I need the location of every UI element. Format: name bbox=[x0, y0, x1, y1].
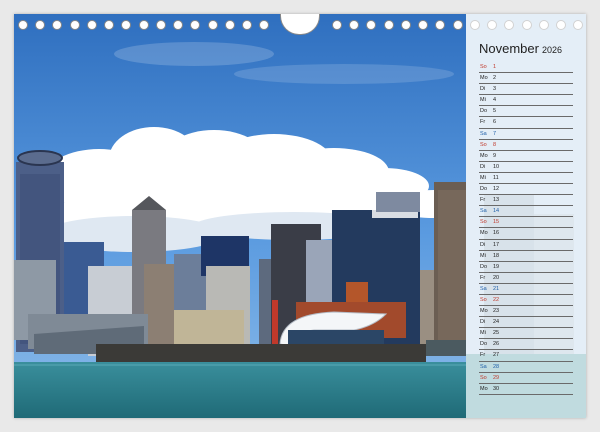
day-date: 12 bbox=[493, 186, 500, 193]
day-row: Mo 23 bbox=[479, 306, 573, 318]
day-date: 4 bbox=[493, 97, 497, 104]
day-row: Mo 9 bbox=[479, 151, 573, 162]
month-title: November 2026 bbox=[479, 40, 562, 58]
day-name: Do bbox=[480, 263, 488, 270]
day-name: Fr bbox=[480, 119, 486, 126]
day-name: Sa bbox=[480, 363, 487, 370]
day-date: 19 bbox=[493, 263, 500, 270]
day-name: So bbox=[480, 374, 487, 381]
day-row: Mo 30 bbox=[479, 384, 573, 395]
day-name: Sa bbox=[480, 130, 487, 137]
calendar-page: November 2026 So 1 Mo 2 Di 3 Mi 4 Do 5 Fr 6 Sa 7 So 8 Mo 9… bbox=[14, 14, 586, 418]
day-date: 13 bbox=[493, 197, 500, 204]
day-name: Sa bbox=[480, 208, 487, 215]
day-name: Do bbox=[480, 341, 488, 348]
day-date: 30 bbox=[493, 385, 500, 392]
day-date: 26 bbox=[493, 341, 500, 348]
day-date: 1 bbox=[493, 64, 497, 70]
day-name: Mo bbox=[480, 308, 488, 315]
day-date: 5 bbox=[493, 108, 497, 115]
day-date: 15 bbox=[493, 219, 500, 226]
day-date: 24 bbox=[493, 319, 500, 326]
day-name: Mo bbox=[480, 152, 488, 159]
day-name: Fr bbox=[480, 197, 486, 204]
day-name: Di bbox=[480, 163, 486, 170]
calendar-panel: November 2026 So 1 Mo 2 Di 3 Mi 4 Do 5 Fr 6 Sa 7 So 8 Mo 9… bbox=[466, 14, 586, 418]
day-row: Sa 21 bbox=[479, 284, 573, 295]
day-row: Fr 20 bbox=[479, 273, 573, 284]
day-row: So 22 bbox=[479, 295, 573, 307]
day-date: 17 bbox=[493, 241, 500, 248]
day-name: Mo bbox=[480, 75, 488, 82]
day-name: Fr bbox=[480, 352, 486, 359]
day-date: 10 bbox=[493, 163, 500, 170]
day-row: Sa 7 bbox=[479, 129, 573, 140]
day-row: Di 10 bbox=[479, 162, 573, 173]
day-date: 25 bbox=[493, 330, 500, 337]
day-row: Do 19 bbox=[479, 262, 573, 273]
day-name: Do bbox=[480, 108, 488, 115]
day-date: 3 bbox=[493, 86, 497, 93]
day-row: Mi 18 bbox=[479, 251, 573, 262]
day-date: 18 bbox=[493, 252, 500, 259]
day-name: So bbox=[480, 296, 487, 303]
day-row: Mo 16 bbox=[479, 228, 573, 240]
day-name: Di bbox=[480, 86, 486, 93]
day-date: 20 bbox=[493, 274, 500, 281]
day-name: Di bbox=[480, 319, 486, 326]
day-row: Di 17 bbox=[479, 240, 573, 251]
day-date: 28 bbox=[493, 363, 500, 370]
day-date: 16 bbox=[493, 230, 500, 237]
day-name: Mo bbox=[480, 385, 488, 392]
day-date: 2 bbox=[493, 75, 497, 82]
day-row: Sa 28 bbox=[479, 362, 573, 373]
day-row: Fr 6 bbox=[479, 117, 573, 129]
day-name: Di bbox=[480, 241, 486, 248]
day-name: Mi bbox=[480, 174, 486, 181]
day-row: Mo 2 bbox=[479, 73, 573, 85]
day-date: 23 bbox=[493, 308, 500, 315]
day-name: Mi bbox=[480, 252, 486, 259]
day-date: 14 bbox=[493, 208, 500, 215]
day-name: Mi bbox=[480, 330, 486, 337]
day-row: Do 12 bbox=[479, 184, 573, 196]
day-date: 22 bbox=[493, 296, 500, 303]
day-row: So 1 bbox=[479, 62, 573, 74]
month-name: November bbox=[479, 41, 539, 56]
day-row: Mi 25 bbox=[479, 328, 573, 340]
day-name: So bbox=[480, 141, 487, 148]
day-name: Sa bbox=[480, 285, 487, 292]
day-date: 8 bbox=[493, 141, 497, 148]
day-row: Sa 14 bbox=[479, 206, 573, 218]
day-date: 27 bbox=[493, 352, 500, 359]
year-label: 2026 bbox=[541, 45, 562, 55]
day-name: So bbox=[480, 64, 487, 70]
day-row: Mi 4 bbox=[479, 95, 573, 107]
day-name: Do bbox=[480, 186, 488, 193]
day-date: 21 bbox=[493, 285, 500, 292]
day-date: 29 bbox=[493, 374, 500, 381]
day-row: Di 3 bbox=[479, 84, 573, 96]
day-row: Fr 27 bbox=[479, 350, 573, 362]
day-date: 6 bbox=[493, 119, 497, 126]
day-row: Do 5 bbox=[479, 106, 573, 118]
day-name: Mi bbox=[480, 97, 486, 104]
day-date: 9 bbox=[493, 152, 497, 159]
day-name: So bbox=[480, 219, 487, 226]
day-row: Mi 11 bbox=[479, 173, 573, 185]
day-list: So 1 Mo 2 Di 3 Mi 4 Do 5 Fr 6 Sa 7 So 8 Mo 9 Di 10 Mi 11 Do 12 F… bbox=[479, 62, 573, 395]
day-name: Mo bbox=[480, 230, 488, 237]
day-name: Fr bbox=[480, 274, 486, 281]
day-row: Do 26 bbox=[479, 339, 573, 351]
day-row: So 8 bbox=[479, 140, 573, 151]
day-row: So 15 bbox=[479, 217, 573, 229]
day-date: 11 bbox=[493, 174, 499, 181]
day-date: 7 bbox=[493, 130, 497, 137]
day-row: So 29 bbox=[479, 373, 573, 384]
day-row: Fr 13 bbox=[479, 195, 573, 207]
day-row: Di 24 bbox=[479, 317, 573, 329]
